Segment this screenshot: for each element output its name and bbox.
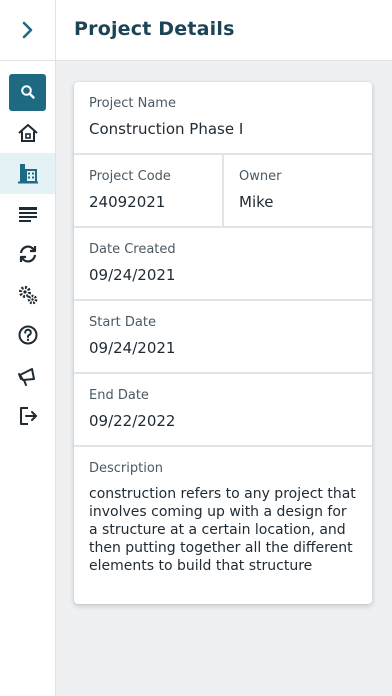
date-created-row: Date Created 09/24/2021 <box>74 228 372 301</box>
gears-icon <box>18 285 37 305</box>
buildings-icon <box>17 164 38 184</box>
chevron-right-icon <box>22 21 32 39</box>
date-created-label: Date Created <box>89 242 176 257</box>
project-code-label: Project Code <box>89 169 171 184</box>
start-date-row: Start Date 09/24/2021 <box>74 301 372 374</box>
start-date-value: 09/24/2021 <box>89 339 176 357</box>
megaphone-icon <box>17 367 35 386</box>
owner-cell: Owner Mike <box>224 155 372 226</box>
end-date-row: End Date 09/22/2022 <box>74 374 372 447</box>
sidebar-item-search[interactable] <box>0 72 55 113</box>
description-row: Description construction refers to any p… <box>74 447 372 604</box>
sidebar-item-settings[interactable] <box>0 275 55 316</box>
page-title: Project Details <box>74 18 235 40</box>
end-date-label: End Date <box>89 388 149 403</box>
date-created-value: 09/24/2021 <box>89 266 176 284</box>
project-code-cell: Project Code 24092021 <box>74 155 222 226</box>
end-date-value: 09/22/2022 <box>89 412 176 430</box>
project-details-card: Project Name Construction Phase I Projec… <box>74 82 372 604</box>
list-icon <box>18 206 37 222</box>
sidebar-item-announcements[interactable] <box>0 356 55 397</box>
owner-label: Owner <box>239 169 282 184</box>
sidebar <box>0 0 56 696</box>
start-date-label: Start Date <box>89 315 156 330</box>
project-name-value: Construction Phase I <box>89 120 244 138</box>
sidebar-toggle-button[interactable] <box>0 0 55 61</box>
sync-icon <box>19 245 36 263</box>
page-header: Project Details <box>56 0 392 61</box>
project-name-row: Project Name Construction Phase I <box>74 82 372 155</box>
code-owner-row: Project Code 24092021 Owner Mike <box>74 155 372 228</box>
sidebar-item-help[interactable] <box>0 315 55 356</box>
owner-value: Mike <box>239 193 274 211</box>
sidebar-item-projects[interactable] <box>0 153 55 194</box>
sidebar-nav <box>0 72 55 437</box>
logout-icon <box>19 407 37 426</box>
project-name-label: Project Name <box>89 96 176 111</box>
home-icon <box>17 123 38 142</box>
description-label: Description <box>89 461 164 476</box>
sidebar-item-home[interactable] <box>0 113 55 154</box>
search-icon <box>20 85 35 99</box>
sidebar-item-logout[interactable] <box>0 396 55 437</box>
description-value: construction refers to any project that … <box>89 486 356 574</box>
sidebar-item-list[interactable] <box>0 194 55 235</box>
project-code-value: 24092021 <box>89 193 166 211</box>
sidebar-item-sync[interactable] <box>0 234 55 275</box>
help-icon <box>18 325 37 345</box>
